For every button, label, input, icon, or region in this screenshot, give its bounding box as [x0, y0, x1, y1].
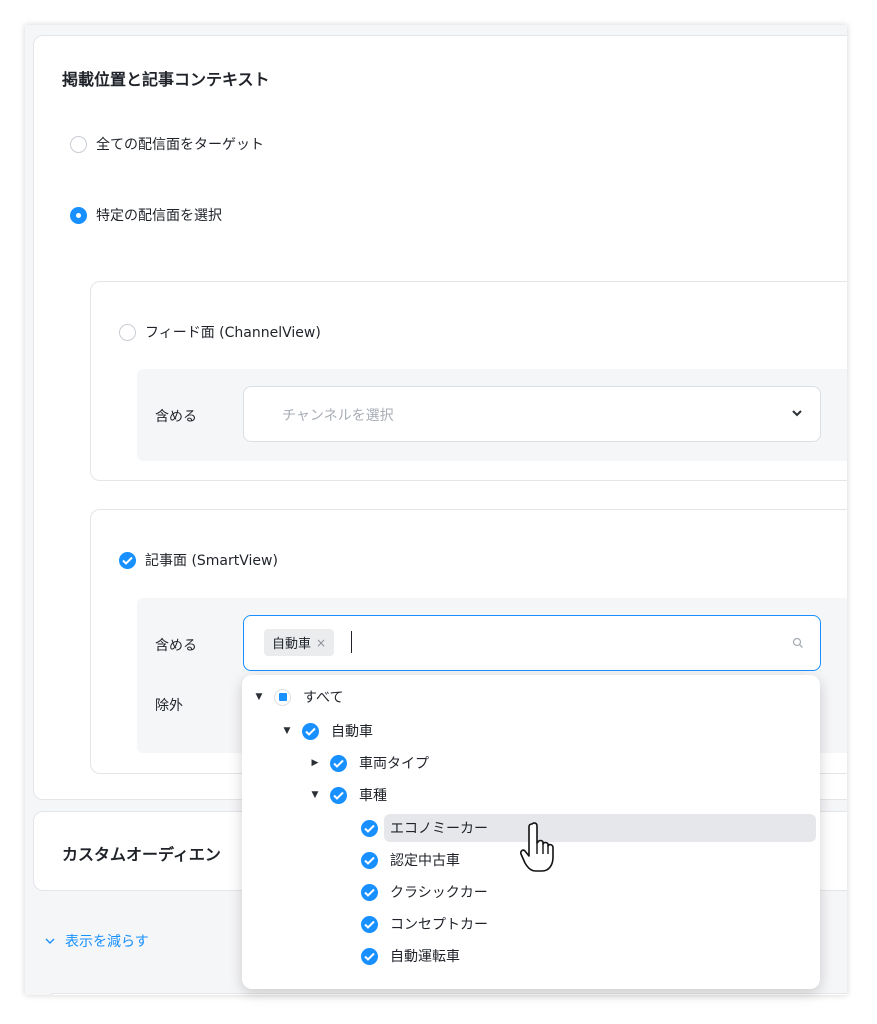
tree-label: クラシックカー	[390, 885, 488, 901]
hand-pointer-icon	[518, 821, 562, 879]
radio-circle-selected[interactable]	[70, 206, 87, 224]
section-title: 掲載位置と記事コンテキスト	[62, 70, 270, 89]
caret-right-icon[interactable]: ▶	[310, 758, 320, 768]
tree-item-vehicle-type[interactable]: ▶ 車両タイプ	[310, 749, 429, 777]
feed-field-area: 含める チャンネルを選択	[137, 369, 847, 461]
radio-specific-label: 特定の配信面を選択	[96, 208, 222, 224]
article-label: 記事面 (SmartView)	[145, 553, 278, 569]
article-checkbox[interactable]	[119, 551, 136, 569]
tree-checkbox-checked[interactable]	[302, 722, 319, 740]
feed-subcard: フィード面 (ChannelView) 含める チャンネルを選択	[90, 281, 847, 481]
custom-audience-title: カスタムオーディエン	[62, 845, 221, 864]
tree-item-certified-used[interactable]: 認定中古車	[361, 846, 460, 874]
tree-label: すべて	[303, 690, 344, 706]
show-less-label: 表示を減らす	[65, 934, 149, 950]
article-checkbox-row[interactable]: 記事面 (SmartView)	[119, 550, 278, 570]
chevron-down-icon	[792, 407, 802, 420]
tree-checkbox-checked[interactable]	[330, 786, 347, 804]
tree-label: エコノミーカー	[390, 821, 488, 837]
text-cursor	[351, 631, 352, 653]
tree-label: コンセプトカー	[390, 917, 488, 933]
feed-include-label: 含める	[155, 409, 197, 425]
caret-down-icon[interactable]: ▼	[310, 790, 320, 800]
tag-close-icon[interactable]: ×	[316, 636, 326, 650]
search-icon	[792, 634, 804, 653]
tree-checkbox-checked[interactable]	[361, 883, 378, 901]
tree-label: 認定中古車	[390, 853, 460, 869]
caret-down-icon[interactable]: ▼	[282, 726, 292, 736]
tree-checkbox-checked[interactable]	[361, 819, 378, 837]
tree-item-concept[interactable]: コンセプトカー	[361, 910, 488, 938]
radio-circle[interactable]	[70, 135, 87, 153]
tree-item-auto[interactable]: ▼ 自動車	[282, 717, 373, 745]
feed-label: フィード面 (ChannelView)	[145, 325, 321, 341]
tree-item-all[interactable]: ▼ すべて	[254, 683, 343, 711]
article-include-select[interactable]: 自動車 ×	[243, 615, 821, 671]
tree-checkbox-checked[interactable]	[361, 915, 378, 933]
tree-label: 自動車	[331, 724, 373, 740]
selected-tag: 自動車 ×	[264, 629, 335, 656]
article-exclude-label: 除外	[155, 698, 183, 714]
show-less-link[interactable]: 表示を減らす	[45, 931, 149, 951]
tree-checkbox-checked[interactable]	[361, 851, 378, 869]
tree-item-classic[interactable]: クラシックカー	[361, 878, 488, 906]
radio-specific-placements[interactable]: 特定の配信面を選択	[70, 205, 222, 225]
radio-all-label: 全ての配信面をターゲット	[96, 137, 264, 153]
channel-select-placeholder: チャンネルを選択	[282, 408, 394, 424]
tree-item-autonomous[interactable]: 自動運転車	[361, 942, 460, 970]
tree-checkbox-partial[interactable]	[274, 688, 291, 706]
selected-tag-label: 自動車	[272, 637, 312, 652]
chevron-down-icon	[45, 934, 55, 948]
tree-label: 自動運転車	[390, 949, 460, 965]
next-card	[45, 993, 847, 995]
caret-down-icon[interactable]: ▼	[254, 692, 264, 702]
article-include-label: 含める	[155, 638, 197, 654]
radio-all-placements[interactable]: 全ての配信面をターゲット	[70, 134, 264, 154]
tree-item-economy[interactable]: エコノミーカー	[361, 814, 488, 842]
tree-item-car-model[interactable]: ▼ 車種	[310, 781, 387, 809]
tree-label: 車種	[359, 788, 387, 804]
tree-checkbox-checked[interactable]	[330, 754, 347, 772]
feed-checkbox-row[interactable]: フィード面 (ChannelView)	[119, 322, 321, 342]
channel-select[interactable]: チャンネルを選択	[243, 386, 821, 442]
tree-checkbox-checked[interactable]	[361, 947, 378, 965]
feed-checkbox[interactable]	[119, 323, 136, 341]
tree-label: 車両タイプ	[359, 756, 429, 772]
